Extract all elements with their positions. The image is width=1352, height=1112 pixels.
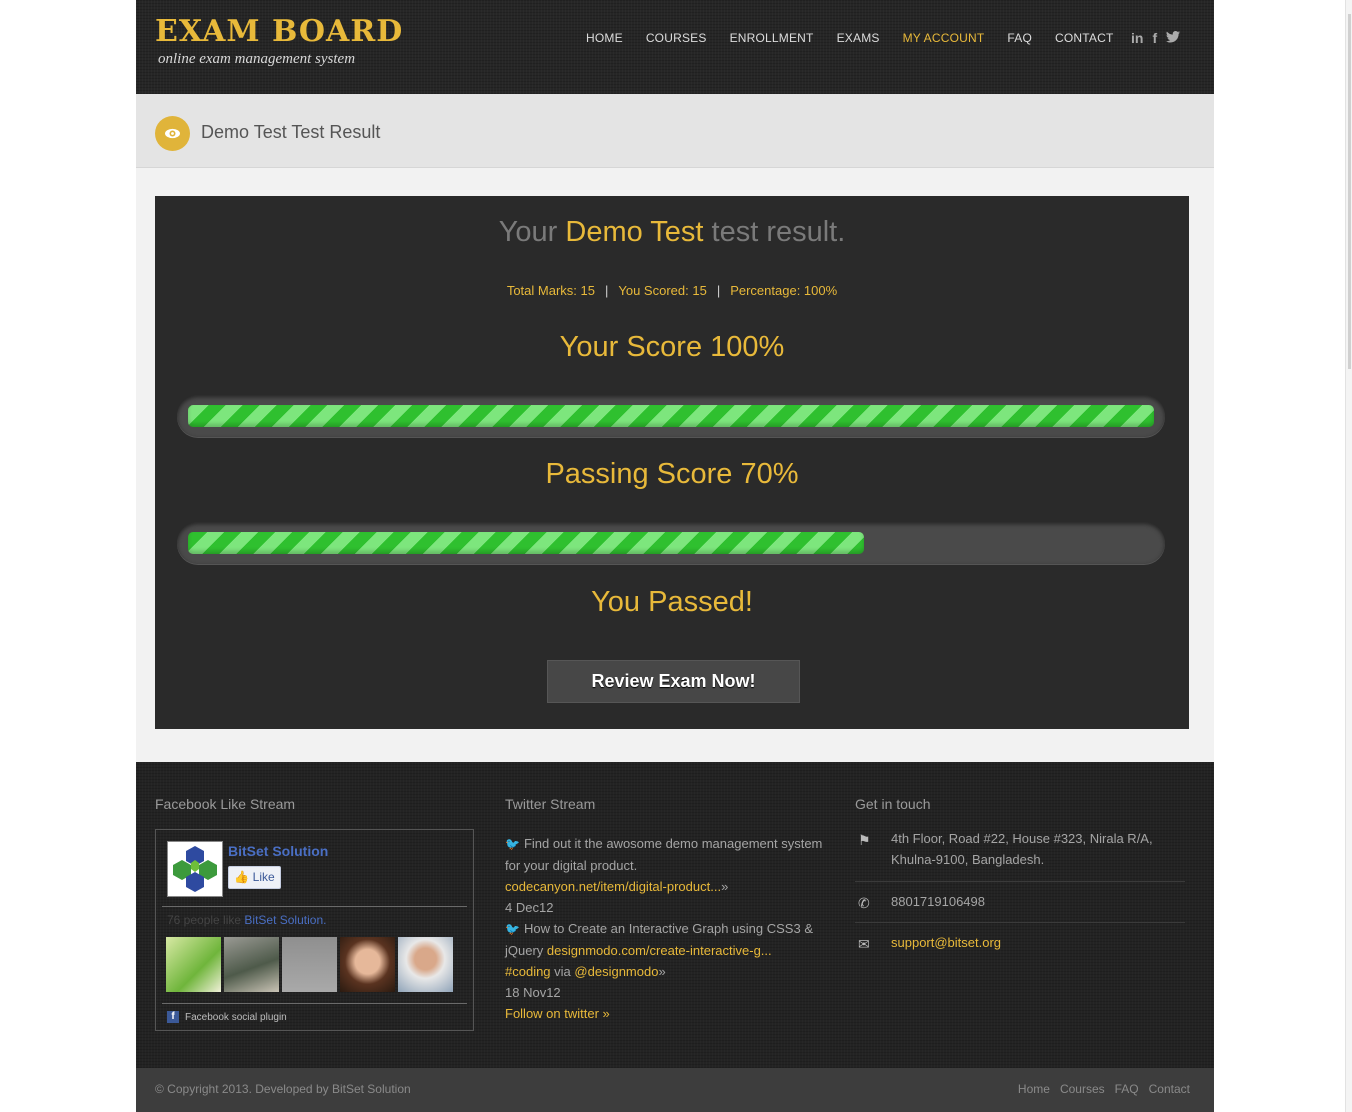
facebook-like-button[interactable]: 👍 Like	[228, 866, 281, 889]
footer-links: Home Courses FAQ Contact	[1018, 1082, 1190, 1096]
page-title-bar: Demo Test Test Result	[136, 94, 1214, 168]
your-score-label: Your Score 100%	[559, 331, 785, 363]
footer-link-courses[interactable]: Courses	[1060, 1082, 1105, 1096]
your-score-progress-bar	[177, 395, 1165, 437]
twitter-icon[interactable]	[1166, 30, 1181, 46]
copyright: © Copyright 2013. Developed by BitSet So…	[155, 1082, 411, 1096]
tweet-1-text: Find out it the awosome demo management …	[505, 836, 823, 873]
nav-contact[interactable]: CONTACT	[1055, 31, 1114, 45]
nav-exams[interactable]: EXAMS	[837, 31, 880, 45]
people-count-text: 76 people like	[167, 913, 242, 927]
tweet-1-date: 4 Dec12	[505, 900, 554, 915]
twitter-bird-icon: 🐦	[505, 922, 520, 936]
tweet-2-hashtag[interactable]: #coding	[505, 964, 551, 979]
twitter-stream-title: Twitter Stream	[505, 796, 596, 812]
envelope-icon: ✉	[858, 936, 870, 952]
result-heading-suffix: test result.	[711, 216, 846, 248]
bitset-logo[interactable]	[167, 841, 223, 897]
get-in-touch-title: Get in touch	[855, 796, 931, 812]
pass-status: You Passed!	[591, 586, 753, 618]
passing-score-progress-fill	[188, 532, 864, 554]
phone-text: 8801719106498	[891, 894, 985, 909]
like-label: Like	[252, 870, 275, 884]
fb-divider	[162, 906, 467, 907]
tweet-2-user[interactable]: @designmodo	[574, 964, 658, 979]
linkedin-icon[interactable]: in	[1131, 30, 1143, 46]
tweet-2-more[interactable]: »	[658, 964, 665, 979]
follow-on-twitter-link[interactable]: Follow on twitter »	[505, 1003, 835, 1024]
facebook-small-icon: f	[167, 1011, 179, 1023]
fan-avatar[interactable]	[398, 937, 453, 992]
people-page-link[interactable]: BitSet Solution.	[244, 913, 326, 927]
nav-my-account[interactable]: MY ACCOUNT	[903, 31, 985, 45]
facebook-icon[interactable]: f	[1152, 30, 1157, 46]
site-footer: Facebook Like Stream BitSet Solution 👍 L…	[136, 762, 1214, 1068]
tweet-2-link[interactable]: designmodo.com/create-interactive-g...	[547, 943, 772, 958]
passing-score-label: Passing Score 70%	[545, 458, 799, 490]
facebook-people-count: 76 people like BitSet Solution.	[167, 913, 326, 927]
fb-divider	[162, 1003, 467, 1004]
facebook-plugin-label: f Facebook social plugin	[167, 1011, 287, 1023]
facebook-like-box: BitSet Solution 👍 Like 76 people like Bi…	[155, 829, 474, 1031]
you-scored: You Scored: 15	[618, 283, 707, 298]
result-test-name: Demo Test	[565, 216, 704, 248]
passing-score-progress-bar	[177, 522, 1165, 564]
phone-icon: ✆	[858, 895, 870, 911]
tweet-2-date: 18 Nov12	[505, 985, 561, 1000]
result-stats: Total Marks: 15 | You Scored: 15 | Percentag…	[155, 283, 1189, 298]
footer-link-home[interactable]: Home	[1018, 1082, 1050, 1096]
plugin-label: Facebook social plugin	[185, 1011, 287, 1023]
result-panel: Your Demo Test test result. Total Marks:…	[155, 196, 1189, 729]
address-text: 4th Floor, Road #22, House #323, Nirala …	[891, 831, 1153, 867]
tweet-1-link[interactable]: codecanyon.net/item/digital-product...	[505, 879, 721, 894]
contact-divider	[855, 922, 1185, 923]
result-heading: Your Demo Test test result.	[155, 216, 1189, 249]
email-link[interactable]: support@bitset.org	[891, 932, 1001, 953]
tweet-1: 🐦 Find out it the awosome demo management…	[505, 833, 835, 918]
site-header: EXAM BOARD online exam management system…	[136, 0, 1214, 94]
signpost-icon: ⚑	[858, 832, 871, 848]
facebook-fan-faces	[166, 937, 453, 992]
footer-link-contact[interactable]: Contact	[1149, 1082, 1190, 1096]
social-links: in f	[1131, 30, 1181, 46]
nav-home[interactable]: HOME	[586, 31, 623, 45]
nav-courses[interactable]: COURSES	[646, 31, 707, 45]
logo-subtitle: online exam management system	[158, 51, 356, 67]
your-score-progress-fill	[188, 405, 1154, 427]
thumbs-up-icon: 👍	[234, 870, 250, 884]
review-exam-button[interactable]: Review Exam Now!	[547, 660, 800, 703]
nav-faq[interactable]: FAQ	[1007, 31, 1032, 45]
main-nav: HOME COURSES ENROLLMENT EXAMS MY ACCOUNT…	[586, 31, 1137, 45]
percentage: Percentage: 100%	[730, 283, 838, 298]
page-container: EXAM BOARD online exam management system…	[136, 0, 1214, 1112]
stats-separator: |	[604, 283, 609, 298]
nav-enrollment[interactable]: ENROLLMENT	[730, 31, 814, 45]
logo-title[interactable]: EXAM BOARD	[155, 14, 403, 49]
page-title: Demo Test Test Result	[201, 122, 381, 142]
scrollbar-thumb[interactable]	[1348, 14, 1351, 369]
result-heading-prefix: Your	[498, 216, 558, 248]
footer-link-faq[interactable]: FAQ	[1115, 1082, 1139, 1096]
contact-divider	[855, 881, 1185, 882]
bottom-bar: © Copyright 2013. Developed by BitSet So…	[136, 1068, 1214, 1112]
twitter-bird-icon: 🐦	[505, 837, 520, 851]
fan-avatar[interactable]	[166, 937, 221, 992]
fan-avatar[interactable]	[282, 937, 337, 992]
facebook-stream-title: Facebook Like Stream	[155, 796, 296, 812]
fan-avatar[interactable]	[224, 937, 279, 992]
tweet-2: 🐦 How to Create an Interactive Graph usin…	[505, 918, 835, 1003]
tweet-1-more[interactable]: »	[721, 879, 728, 894]
total-marks: Total Marks: 15	[506, 283, 595, 298]
facebook-page-name[interactable]: BitSet Solution	[228, 843, 328, 859]
fan-avatar[interactable]	[340, 937, 395, 992]
eye-icon	[155, 116, 190, 151]
stats-separator: |	[716, 283, 721, 298]
tweet-2-via: via	[554, 964, 571, 979]
twitter-stream: 🐦 Find out it the awosome demo management…	[505, 833, 835, 1024]
